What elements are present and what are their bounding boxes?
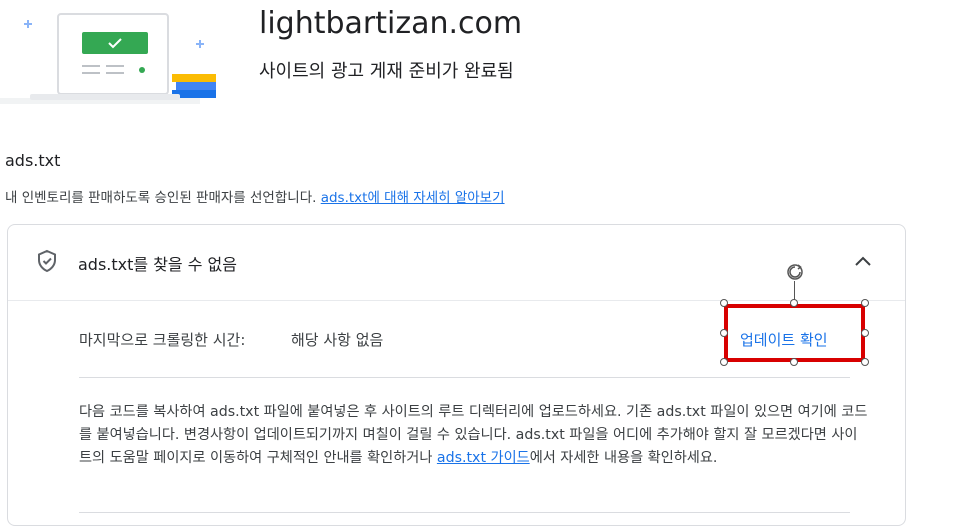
ads-txt-status-card: ads.txt를 찾을 수 없음 마지막으로 크롤링한 시간: 해당 사항 없음… [7, 224, 906, 526]
last-crawled-value: 해당 사항 없음 [291, 331, 384, 349]
resize-handle-bottom-right[interactable] [861, 358, 869, 366]
ads-txt-guide-link[interactable]: ads.txt 가이드 [437, 450, 530, 466]
resize-handle-top-right[interactable] [861, 299, 869, 307]
site-ready-illustration [0, 0, 220, 108]
divider-bottom [79, 512, 850, 513]
site-status-subtitle: 사이트의 광고 게재 준비가 완료됨 [259, 61, 514, 82]
resize-handle-right[interactable] [861, 329, 869, 337]
last-crawled-label: 마지막으로 크롤링한 시간: [79, 331, 246, 349]
resize-handle-bottom-left[interactable] [720, 358, 728, 366]
rotate-icon[interactable] [784, 261, 806, 283]
ads-txt-description-text: 내 인벤토리를 판매하도록 승인된 판매자를 선언합니다. [5, 190, 321, 206]
instructions-tail: 에서 자세한 내용을 확인하세요. [529, 450, 718, 466]
ads-txt-description: 내 인벤토리를 판매하도록 승인된 판매자를 선언합니다. ads.txt에 대… [5, 186, 505, 206]
divider [79, 377, 850, 378]
resize-handle-top[interactable] [790, 299, 798, 307]
status-title: ads.txt를 찾을 수 없음 [78, 255, 237, 274]
learn-more-link[interactable]: ads.txt에 대해 자세히 알아보기 [321, 190, 505, 206]
site-domain-title: lightbartizan.com [259, 6, 523, 41]
selection-highlight-box [724, 304, 865, 362]
ads-txt-instructions: 다음 코드를 복사하여 ads.txt 파일에 붙여넣은 후 사이트의 루트 디… [79, 401, 869, 470]
resize-handle-bottom[interactable] [790, 358, 798, 366]
shield-check-icon [36, 249, 58, 273]
ads-txt-heading: ads.txt [5, 151, 61, 170]
resize-handle-left[interactable] [720, 329, 728, 337]
status-card-header[interactable]: ads.txt를 찾을 수 없음 [8, 225, 905, 301]
resize-handle-top-left[interactable] [720, 299, 728, 307]
chevron-up-icon[interactable] [851, 251, 875, 271]
